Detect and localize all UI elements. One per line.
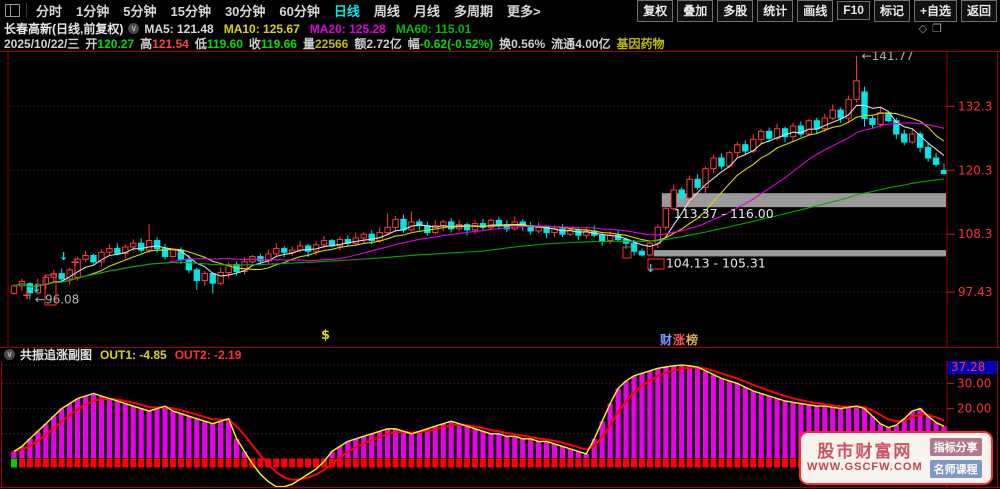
- toolbar-button-统计[interactable]: 统计: [757, 0, 794, 22]
- ma-value: MA60: 115.01: [395, 21, 472, 36]
- watermark-ad: 股市财富网 WWW.GSCFW.COM 指标分享 名师课程: [799, 431, 993, 485]
- signal-plus-mark: +: [70, 255, 80, 269]
- ma-value: MA20: 125.28: [309, 21, 386, 36]
- window-icon[interactable]: ❐: [932, 22, 942, 35]
- quote-info-row: 2025/10/22/三 开120.27 高121.54 低119.60 收119.66…: [0, 36, 1000, 51]
- ma-value: MA10: 125.67: [223, 21, 300, 36]
- chevron-down-icon[interactable]: ∨: [128, 23, 140, 34]
- watermark-brand: 股市财富网: [817, 441, 913, 461]
- period-tab-60分钟[interactable]: 60分钟: [279, 1, 319, 20]
- period-tab-更多>[interactable]: 更多>: [507, 1, 541, 20]
- period-tabs: 分时 1分钟 5分钟 15分钟 30分钟 60分钟 日线 周线 月线 多周期 更多>: [36, 1, 555, 20]
- quote-field: 低119.60: [194, 37, 243, 51]
- toolbar-button-返回[interactable]: 返回: [960, 0, 997, 22]
- chevron-down-icon[interactable]: ∨: [4, 349, 15, 360]
- period-tab-分时[interactable]: 分时: [36, 1, 62, 20]
- signal-down-arrow: ↓: [629, 238, 638, 251]
- price-axis-label: 120.3: [958, 163, 992, 177]
- band-label: 113.37 - 116.00: [674, 206, 774, 221]
- price-axis-label: 97.43: [958, 285, 992, 299]
- candlestick-chart[interactable]: 132.3 120.3 108.3 97.43 113.37 - 116.00 104.1…: [0, 51, 1000, 348]
- period-tab-1分钟[interactable]: 1分钟: [76, 1, 109, 20]
- period-tab-15分钟[interactable]: 15分钟: [170, 1, 210, 20]
- period-tab-多周期[interactable]: 多周期: [454, 1, 493, 20]
- price-band: [661, 193, 946, 208]
- layout-icon[interactable]: [5, 4, 20, 17]
- quote-field: 流通4.00亿: [551, 37, 611, 51]
- period-tab-月线[interactable]: 月线: [414, 1, 440, 20]
- watermark-url: WWW.GSCFW.COM: [807, 461, 923, 474]
- period-tab-30分钟[interactable]: 30分钟: [225, 1, 265, 20]
- brand-mark: 涨: [673, 332, 685, 347]
- quote-field: 收119.66: [248, 37, 297, 51]
- toolbar-button-F10[interactable]: F10: [837, 1, 870, 20]
- quote-field: 量22566: [302, 37, 349, 51]
- period-tab-日线[interactable]: 日线: [334, 1, 360, 20]
- watermark-badge-1: 指标分享: [929, 438, 982, 456]
- period-tab-5分钟[interactable]: 5分钟: [123, 1, 156, 20]
- quote-field: 高121.54: [140, 37, 189, 51]
- quote-field: 基因药物: [616, 37, 665, 51]
- out2-value: OUT2: -2.19: [174, 347, 242, 362]
- ma-value: MA5: 121.48: [144, 21, 214, 36]
- indicator-axis-label: 20.00: [957, 402, 991, 416]
- ma-values: MA5: 121.48 MA10: 125.67 MA20: 125.28 MA60:…: [144, 22, 481, 36]
- quote-field: 开120.27: [85, 37, 135, 51]
- separator: [26, 3, 27, 18]
- signal-down-arrow: ↓: [32, 282, 41, 295]
- indicator-axis-label: 30.00: [957, 376, 991, 390]
- watermark-left: 股市财富网 WWW.GSCFW.COM: [807, 442, 923, 474]
- toolbar-button-标记[interactable]: 标记: [873, 0, 910, 22]
- corner-icons: ◇ ❐: [919, 22, 942, 35]
- peak-price-label: ←141.77: [862, 51, 914, 63]
- candles-group: [10, 55, 948, 300]
- indicator-max-label: 37.28: [951, 361, 985, 374]
- signal-plus-mark: +: [22, 288, 32, 302]
- title-row: 长春高新(日线,前复权) ∨ MA5: 121.48 MA10: 125.67 MA…: [0, 21, 1000, 37]
- indicator-header: ∨ 共振追涨副图 OUT1: -4.85 OUT2: -2.19: [0, 347, 1000, 362]
- brand-mark: 财: [659, 332, 672, 347]
- band-label: 104.13 - 105.31: [666, 255, 766, 270]
- quote-field: 幅-0.62(-0.52%): [407, 37, 494, 51]
- quote-field: 2025/10/22/三: [4, 37, 80, 51]
- out1-value: OUT1: -4.85: [100, 347, 167, 362]
- toolbar-button-多股[interactable]: 多股: [717, 0, 754, 22]
- toolbar-button-画线[interactable]: 画线: [797, 0, 834, 22]
- low-price-label: ←96.08: [35, 292, 79, 306]
- toolbar-button-复权[interactable]: 复权: [637, 0, 674, 22]
- top-toolbar: 分时 1分钟 5分钟 15分钟 30分钟 60分钟 日线 周线 月线 多周期 更多> 复权 叠加 多股统…: [0, 0, 1000, 22]
- period-tab-周线[interactable]: 周线: [374, 1, 400, 20]
- price-axis-label: 132.3: [958, 99, 992, 113]
- diamond-icon[interactable]: ◇: [919, 22, 927, 35]
- signal-down-arrow: ↓: [59, 250, 68, 263]
- toolbar-buttons: 复权 叠加 多股 统计 画线 F10 标记 +自选 返回: [637, 0, 1000, 22]
- quote-field: 额2.72亿: [354, 37, 402, 51]
- quote-field: 换0.56%: [499, 37, 546, 51]
- watermark-badges: 指标分享 名师课程: [929, 438, 982, 478]
- toolbar-button-+自选[interactable]: +自选: [913, 0, 957, 22]
- watermark-badge-2: 名师课程: [929, 460, 982, 478]
- price-axis-label: 108.3: [958, 227, 992, 241]
- toolbar-button-叠加[interactable]: 叠加: [677, 0, 714, 22]
- dollar-mark: $: [321, 328, 330, 343]
- brand-mark: 榜: [686, 332, 698, 347]
